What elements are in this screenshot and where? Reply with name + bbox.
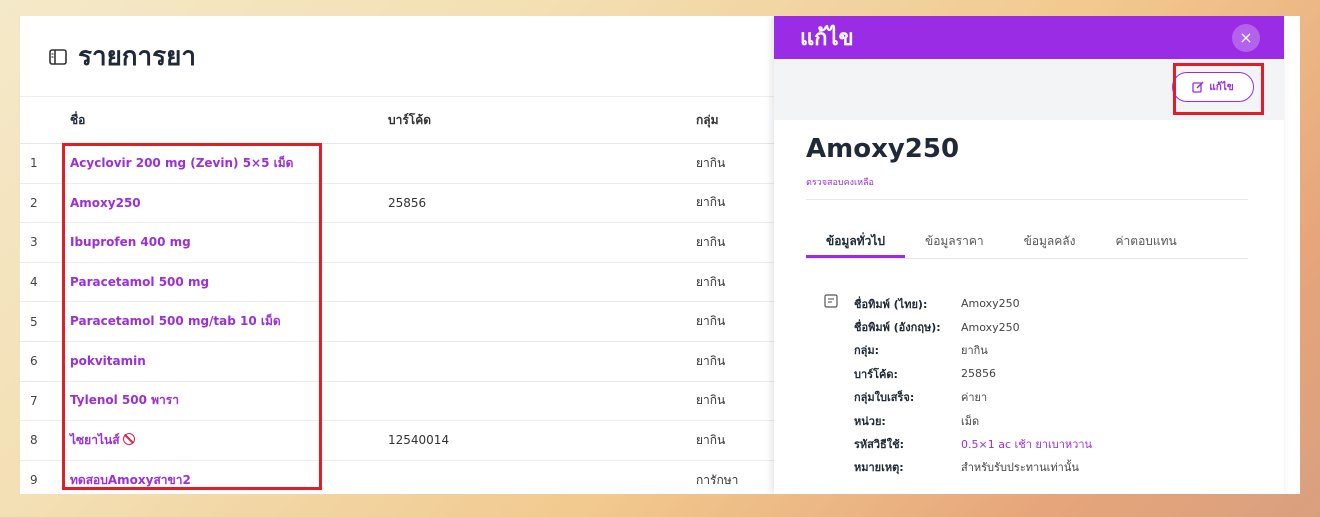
document-icon bbox=[824, 294, 838, 308]
page-header: รายการยา bbox=[48, 36, 196, 77]
group-cell: ยากิน bbox=[696, 274, 726, 289]
group-cell: ยากิน bbox=[696, 353, 726, 368]
sidebar-toggle-icon[interactable] bbox=[48, 47, 68, 67]
detail-row: หน่วย: เม็ด bbox=[824, 409, 1092, 432]
detail-label: ชื่อพิมพ์ (อังกฤษ): bbox=[854, 321, 941, 335]
tab-price[interactable]: ข้อมูลราคา bbox=[905, 226, 1004, 258]
group-cell: ยากิน bbox=[696, 155, 726, 170]
detail-row: ชื่อพิมพ์ (อังกฤษ): Amoxy250 bbox=[824, 315, 1092, 338]
column-header-group[interactable]: กลุ่ม bbox=[696, 111, 780, 130]
edit-drawer: แก้ไข × แก้ไข Amoxy250 ตรวจสอบคงเหลือ ข้… bbox=[774, 16, 1284, 494]
detail-label: กลุ่มใบเสร็จ: bbox=[854, 391, 915, 405]
group-cell: ยากิน bbox=[696, 195, 726, 210]
group-cell: การักษา bbox=[696, 472, 739, 487]
detail-list: ชื่อทิมพ์ (ไทย): Amoxy250 ชื่อพิมพ์ (อังกฤ… bbox=[824, 292, 1092, 479]
detail-label: บาร์โค้ด: bbox=[854, 367, 898, 381]
divider bbox=[806, 199, 1248, 200]
detail-tabs: ข้อมูลทั่วไป ข้อมูลราคา ข้อมูลคลัง ค่าตอ… bbox=[806, 226, 1248, 259]
group-cell: ยากิน bbox=[696, 314, 726, 329]
column-header-name[interactable]: ชื่อ bbox=[70, 111, 388, 130]
detail-value: Amoxy250 bbox=[961, 297, 1020, 311]
page-title: รายการยา bbox=[78, 42, 196, 72]
detail-value: เม็ด bbox=[961, 414, 980, 428]
group-cell: ยากิน bbox=[696, 393, 726, 408]
drawer-header: แก้ไข × bbox=[774, 16, 1284, 59]
detail-value[interactable]: 0.5×1 ac เช้า ยาเบาหวาน bbox=[961, 435, 1092, 453]
close-button[interactable]: × bbox=[1232, 23, 1260, 52]
detail-label: รหัสวิธีใช้: bbox=[854, 438, 904, 452]
drawer-title: แก้ไข bbox=[800, 26, 854, 51]
detail-value: ค่ายา bbox=[961, 391, 988, 405]
highlight-box-edit bbox=[1173, 63, 1264, 115]
drawer-toolbar: แก้ไข bbox=[774, 59, 1284, 120]
table-header: ชื่อ บาร์โค้ด กลุ่ม bbox=[20, 96, 780, 144]
detail-row: กลุ่ม: ยากิน bbox=[824, 339, 1092, 362]
detail-value: Amoxy250 bbox=[961, 320, 1020, 334]
detail-label: ชื่อทิมพ์ (ไทย): bbox=[854, 297, 928, 311]
detail-label: หน่วย: bbox=[854, 414, 886, 428]
detail-label: หมายเหตุ: bbox=[854, 461, 904, 475]
app-frame: รายการยา ชื่อ บาร์โค้ด กลุ่ม 1 Acyclovir … bbox=[20, 16, 1300, 494]
drug-name: Amoxy250 bbox=[806, 134, 960, 164]
highlight-box-names bbox=[62, 143, 322, 490]
check-stock-link[interactable]: ตรวจสอบคงเหลือ bbox=[806, 175, 874, 189]
detail-value: ยากิน bbox=[961, 344, 988, 358]
detail-value: 25856 bbox=[961, 367, 996, 381]
group-cell: ยากิน bbox=[696, 234, 726, 249]
detail-row: หมายเหตุ: สำหรับรับประทานเท่านั้น bbox=[824, 456, 1092, 479]
detail-row: รหัสวิธีใช้: 0.5×1 ac เช้า ยาเบาหวาน bbox=[824, 432, 1092, 455]
detail-value: สำหรับรับประทานเท่านั้น bbox=[961, 461, 1079, 475]
detail-row: บาร์โค้ด: 25856 bbox=[824, 362, 1092, 385]
barcode-cell: 25856 bbox=[388, 195, 427, 210]
detail-row: กลุ่มใบเสร็จ: ค่ายา bbox=[824, 386, 1092, 409]
detail-row: ชื่อทิมพ์ (ไทย): Amoxy250 bbox=[824, 292, 1092, 315]
group-cell: ยากิน bbox=[696, 432, 726, 447]
tab-general[interactable]: ข้อมูลทั่วไป bbox=[806, 226, 905, 258]
detail-label: กลุ่ม: bbox=[854, 344, 880, 358]
tab-stock[interactable]: ข้อมูลคลัง bbox=[1004, 226, 1096, 258]
column-header-barcode[interactable]: บาร์โค้ด bbox=[388, 111, 696, 130]
tab-commission[interactable]: ค่าตอบแทน bbox=[1096, 226, 1197, 258]
close-icon: × bbox=[1239, 28, 1253, 47]
barcode-cell: 12540014 bbox=[388, 433, 450, 448]
